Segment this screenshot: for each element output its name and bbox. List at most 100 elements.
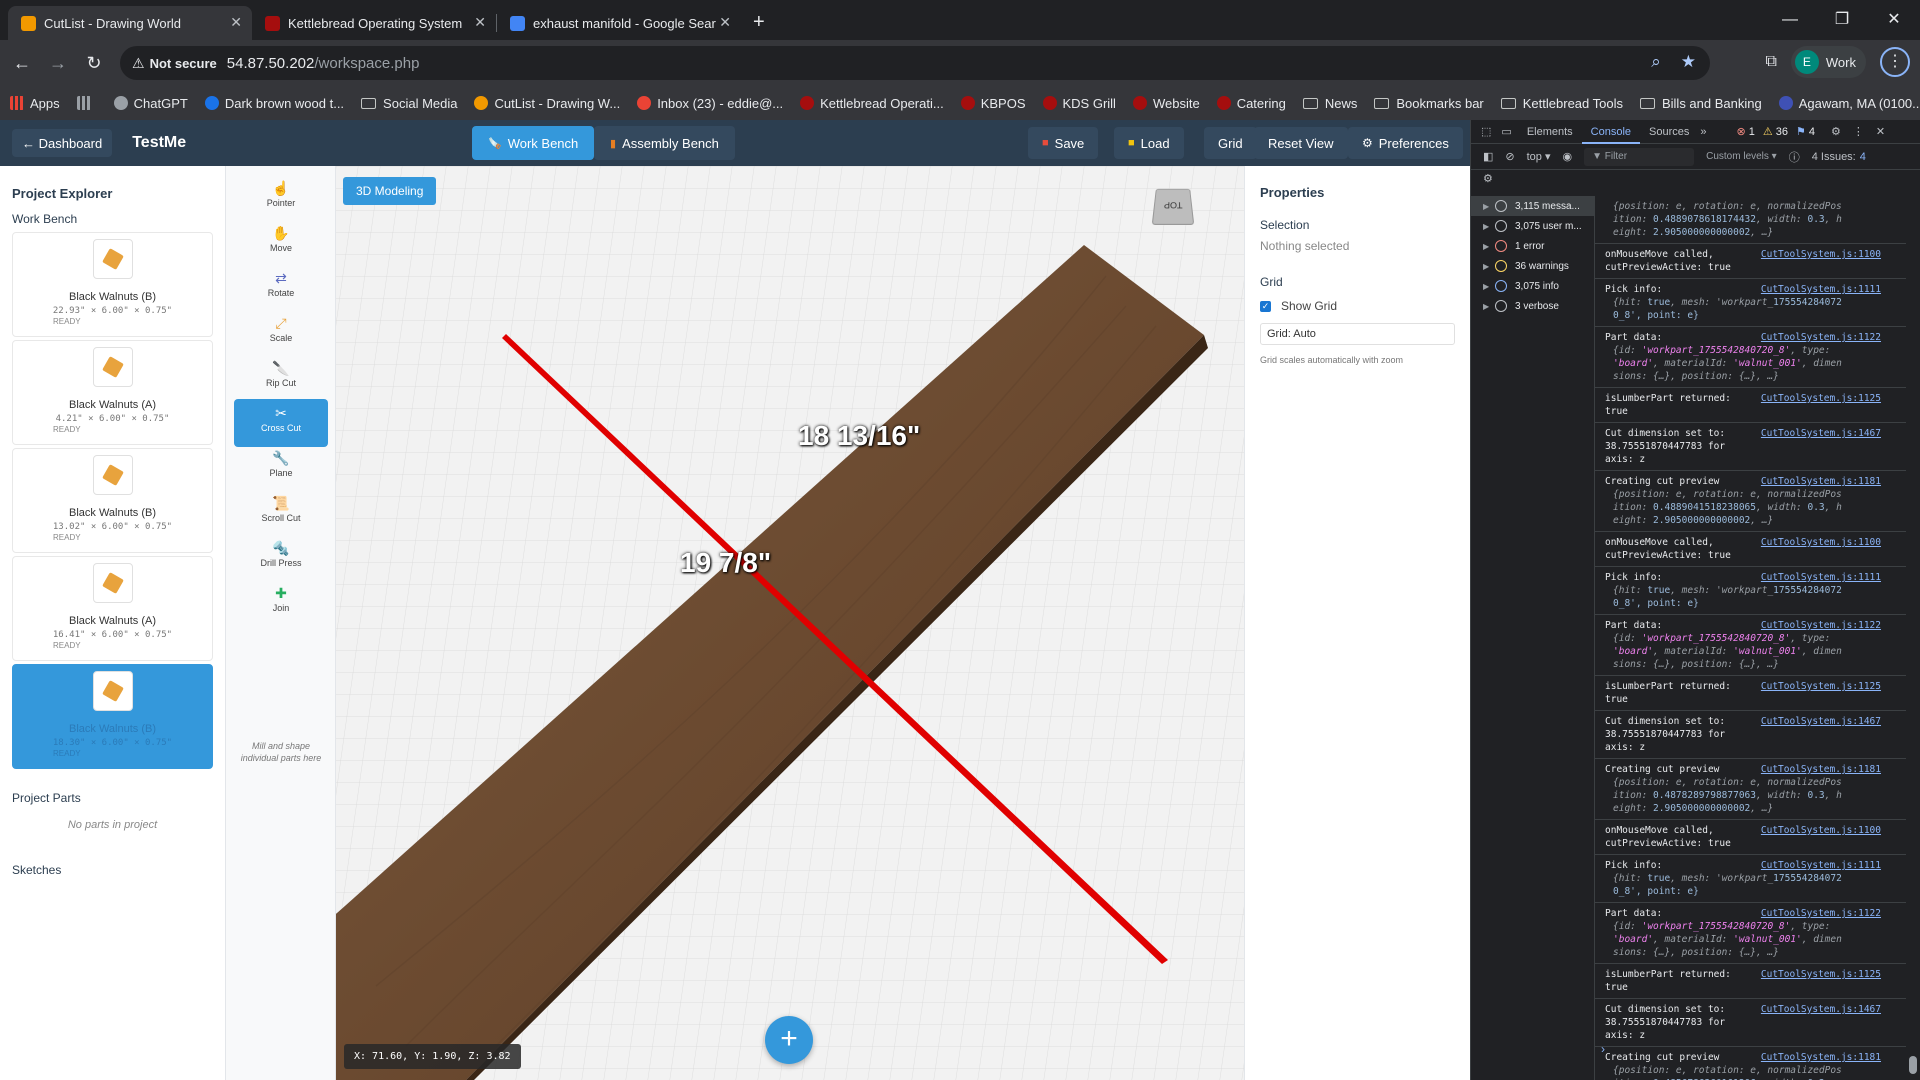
console-object-line[interactable]: {id: 'workpart_1755542840720_8', type: bbox=[1605, 632, 1913, 645]
part-card[interactable]: Black Walnuts (A) 4.21" × 6.00" × 0.75" RE… bbox=[12, 340, 213, 445]
console-object-line[interactable]: 'board', materialId: 'walnut_001', dimen bbox=[1605, 357, 1913, 370]
omnibox[interactable]: ⚠ Not secure 54.87.50.202/workspace.php … bbox=[120, 46, 1710, 80]
console-object-line[interactable]: ition: 0.4889041518238065, width: 0.3, h bbox=[1605, 501, 1913, 514]
more-tabs-icon[interactable]: » bbox=[1700, 126, 1706, 138]
context-select[interactable]: top ▾ bbox=[1527, 150, 1551, 163]
3d-viewport[interactable]: 18 13/16" 19 7/8" TOP bbox=[336, 166, 1244, 1080]
part-card[interactable]: Black Walnuts (B) 13.02" × 6.00" × 0.75" R… bbox=[12, 448, 213, 553]
part-card[interactable]: Black Walnuts (A) 16.41" × 6.00" × 0.75" R… bbox=[12, 556, 213, 661]
devtools-tab-console[interactable]: Console bbox=[1581, 120, 1641, 144]
bookmark-item[interactable]: KBPOS bbox=[960, 96, 1026, 111]
console-object-line[interactable]: eight: 2.905000000000002, …} bbox=[1605, 514, 1913, 527]
sidebar-toggle-icon[interactable]: ◧ bbox=[1483, 150, 1493, 163]
expand-caret-icon[interactable]: ▶ bbox=[1483, 202, 1495, 211]
devtools-tab-elements[interactable]: Elements bbox=[1518, 120, 1582, 144]
preferences-button[interactable]: ⚙ Preferences bbox=[1348, 127, 1463, 159]
console-scrollbar[interactable] bbox=[1906, 196, 1920, 1080]
console-source-link[interactable]: CutToolSystem.js:1111 bbox=[1761, 283, 1881, 296]
tool-plane[interactable]: 🔧 Plane bbox=[234, 444, 328, 492]
bookmark-item[interactable]: Website bbox=[1132, 96, 1200, 111]
tool-join[interactable]: ✚ Join bbox=[234, 579, 328, 627]
console-object-line[interactable]: 0_8', point: e} bbox=[1605, 309, 1913, 322]
issues-label[interactable]: 4 Issues: bbox=[1812, 151, 1856, 163]
new-tab-button[interactable]: + bbox=[741, 6, 777, 40]
console-source-link[interactable]: CutToolSystem.js:1467 bbox=[1761, 1003, 1881, 1016]
assembly-bench-button[interactable]: ▮ Assembly Bench bbox=[594, 126, 735, 160]
console-object-line[interactable]: sions: {…}, position: {…}, …} bbox=[1605, 946, 1913, 959]
bookmark-item[interactable]: Dark brown wood t... bbox=[204, 96, 344, 111]
bookmark-item[interactable]: Kettlebread Tools bbox=[1500, 96, 1623, 111]
load-button[interactable]: ■ Load bbox=[1114, 127, 1184, 159]
bookmark-item[interactable]: Bills and Banking bbox=[1639, 96, 1762, 111]
dashboard-button[interactable]: ← Dashboard bbox=[12, 129, 113, 157]
tool-scale[interactable]: ⤢ Scale bbox=[234, 309, 328, 357]
console-object-line[interactable]: {position: e, rotation: e, normalizedPos bbox=[1605, 776, 1913, 789]
console-filter-list[interactable]: ▶ 3,115 messa... bbox=[1471, 196, 1594, 216]
browser-tab[interactable]: Kettlebread Operating System ✕ bbox=[252, 6, 496, 40]
console-source-link[interactable]: CutToolSystem.js:1122 bbox=[1761, 331, 1881, 344]
clear-console-icon[interactable]: ⊘ bbox=[1505, 150, 1514, 163]
console-settings-icon[interactable]: ⚙ bbox=[1483, 172, 1493, 185]
expand-caret-icon[interactable]: ▶ bbox=[1483, 222, 1495, 231]
settings-gear-icon[interactable]: ⚙ bbox=[1831, 125, 1841, 138]
browser-tab[interactable]: CutList - Drawing World ✕ bbox=[8, 6, 252, 40]
tool-pointer[interactable]: ☝ Pointer bbox=[234, 174, 328, 222]
console-filter-user[interactable]: ▶ 3,075 user m... bbox=[1471, 216, 1594, 236]
console-source-link[interactable]: CutToolSystem.js:1467 bbox=[1761, 427, 1881, 440]
bookmark-item[interactable]: Catering bbox=[1216, 96, 1286, 111]
levels-select[interactable]: Custom levels ▾ bbox=[1706, 151, 1777, 162]
tool-rotate[interactable]: ⇄ Rotate bbox=[234, 264, 328, 312]
zoom-icon[interactable]: ⌕ bbox=[1651, 52, 1661, 72]
console-object-line[interactable]: {id: 'workpart_1755542840720_8', type: bbox=[1605, 920, 1913, 933]
console-object-line[interactable]: {hit: true, mesh: 'workpart_175554284072 bbox=[1605, 872, 1913, 885]
expand-caret-icon[interactable]: ▶ bbox=[1483, 262, 1495, 271]
console-object-line[interactable]: 'board', materialId: 'walnut_001', dimen bbox=[1605, 645, 1913, 658]
work-bench-button[interactable]: 🪚 Work Bench bbox=[472, 126, 595, 160]
profile-button[interactable]: E Work bbox=[1790, 46, 1866, 78]
expand-caret-icon[interactable]: ▶ bbox=[1483, 302, 1495, 311]
console-source-link[interactable]: CutToolSystem.js:1100 bbox=[1761, 824, 1881, 837]
console-object-line[interactable]: sions: {…}, position: {…}, …} bbox=[1605, 658, 1913, 671]
grid-size-select[interactable]: Grid: Auto bbox=[1260, 323, 1455, 345]
cast-icon[interactable]: ⧉ bbox=[1765, 53, 1776, 71]
bookmark-item[interactable]: Inbox (23) - eddie@... bbox=[637, 96, 783, 111]
console-source-link[interactable]: CutToolSystem.js:1181 bbox=[1761, 1051, 1881, 1064]
browser-tab[interactable]: exhaust manifold - Google Sear ✕ bbox=[497, 6, 741, 40]
tab-close-icon[interactable]: ✕ bbox=[474, 14, 486, 31]
bookmark-item[interactable]: CutList - Drawing W... bbox=[474, 96, 620, 111]
part-card[interactable]: Black Walnuts (B) 18.30" × 6.00" × 0.75" R… bbox=[12, 664, 213, 769]
bookmark-item[interactable]: Kettlebread Operati... bbox=[800, 96, 944, 111]
3d-modeling-tab[interactable]: 3D Modeling bbox=[343, 177, 437, 205]
kebab-icon[interactable]: ⋮ bbox=[1853, 125, 1864, 138]
part-card[interactable]: Black Walnuts (B) 22.93" × 6.00" × 0.75" R… bbox=[12, 232, 213, 337]
console-filter-gear[interactable]: ▶ 3 verbose bbox=[1471, 296, 1594, 316]
tool-rip-cut[interactable]: 🔪 Rip Cut bbox=[234, 354, 328, 402]
console-object-line[interactable]: {hit: true, mesh: 'workpart_175554284072 bbox=[1605, 296, 1913, 309]
show-grid-checkbox[interactable]: ✓ Show Grid bbox=[1260, 299, 1455, 313]
console-source-link[interactable]: CutToolSystem.js:1467 bbox=[1761, 715, 1881, 728]
bookmark-item[interactable]: Apps bbox=[10, 96, 60, 111]
bookmark-item[interactable]: Agawam, MA (0100... bbox=[1778, 96, 1920, 111]
bookmark-item[interactable]: KDS Grill bbox=[1042, 96, 1116, 111]
console-source-link[interactable]: CutToolSystem.js:1125 bbox=[1761, 392, 1881, 405]
bookmark-item[interactable] bbox=[76, 96, 97, 110]
grid-button[interactable]: Grid bbox=[1204, 127, 1257, 159]
console-object-line[interactable]: eight: 2.905000000000002, …} bbox=[1605, 226, 1913, 239]
expand-caret-icon[interactable]: ▶ bbox=[1483, 242, 1495, 251]
sketches-heading[interactable]: Sketches bbox=[12, 863, 213, 877]
close-devtools-icon[interactable]: ✕ bbox=[1876, 125, 1885, 138]
tool-move[interactable]: ✋ Move bbox=[234, 219, 328, 267]
console-filter-warning[interactable]: ▶ 36 warnings bbox=[1471, 256, 1594, 276]
console-object-line[interactable]: 0_8', point: e} bbox=[1605, 885, 1913, 898]
scrollbar-thumb[interactable] bbox=[1909, 1056, 1917, 1074]
devtools-tab-sources[interactable]: Sources bbox=[1640, 120, 1698, 144]
console-source-link[interactable]: CutToolSystem.js:1122 bbox=[1761, 907, 1881, 920]
bookmark-item[interactable]: News bbox=[1302, 96, 1357, 111]
back-icon[interactable]: ← bbox=[4, 53, 40, 74]
bookmark-item[interactable]: Bookmarks bar bbox=[1374, 96, 1484, 111]
console-filter-error[interactable]: ▶ 1 error bbox=[1471, 236, 1594, 256]
forward-icon[interactable]: → bbox=[40, 53, 76, 74]
reset-view-button[interactable]: Reset View bbox=[1254, 127, 1348, 159]
console-object-line[interactable]: ition: 0.4889078618174432, width: 0.3, h bbox=[1605, 213, 1913, 226]
console-source-link[interactable]: CutToolSystem.js:1100 bbox=[1761, 248, 1881, 261]
